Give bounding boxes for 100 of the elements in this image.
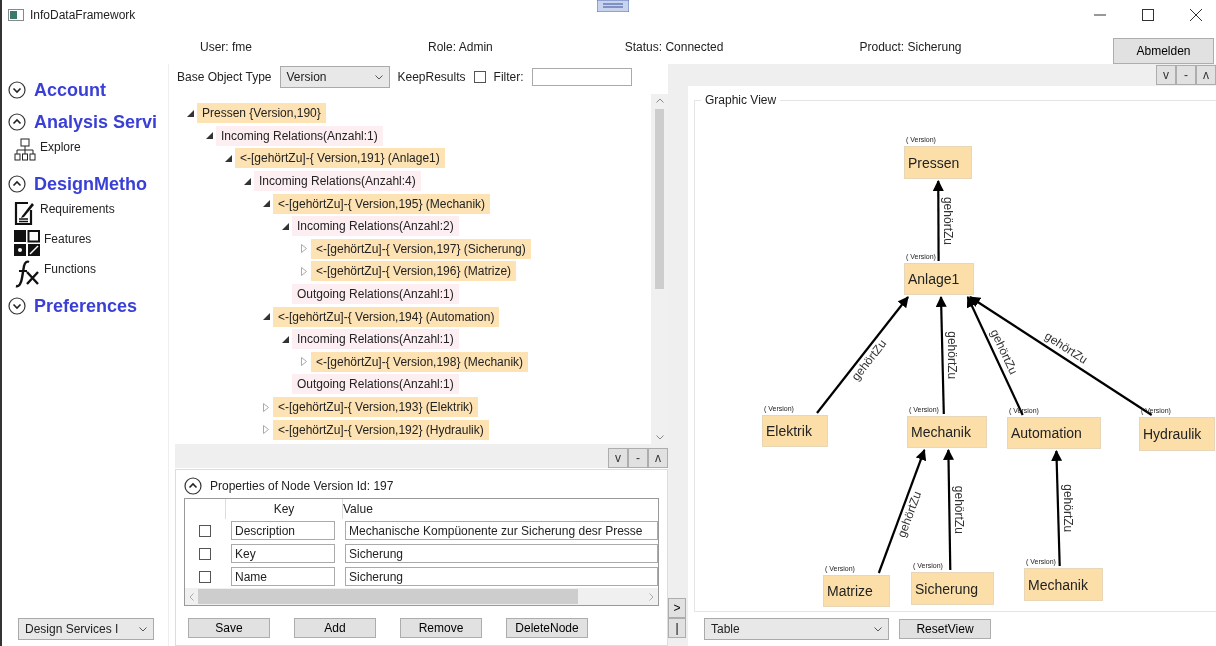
- dropdown-caret-icon: [139, 626, 147, 632]
- graph-node[interactable]: Matrize: [823, 575, 890, 607]
- graph-node[interactable]: Mechanik: [907, 416, 987, 448]
- dropdown-caret-icon: [374, 74, 383, 80]
- sidebar-item[interactable]: Explore: [40, 140, 81, 154]
- edge-label: gehörtZu: [952, 485, 967, 534]
- row-checkbox[interactable]: [199, 547, 211, 560]
- expand-icon[interactable]: [8, 297, 26, 315]
- base-object-type-label: Base Object Type: [177, 70, 272, 84]
- expanded-arrow-icon[interactable]: [205, 132, 213, 140]
- drag-handle-icon[interactable]: [597, 0, 629, 12]
- tree-node[interactable]: <-[gehörtZu]-{ Version,198} (Mechanik): [311, 351, 529, 372]
- reset-view-button[interactable]: ResetView: [899, 619, 991, 639]
- row-checkbox[interactable]: [199, 524, 211, 537]
- filter-label: Filter:: [493, 70, 524, 84]
- logout-button[interactable]: Abmelden: [1113, 38, 1214, 64]
- splitter-button[interactable]: v: [608, 448, 628, 468]
- key-field[interactable]: Key: [231, 544, 335, 563]
- splitter-button[interactable]: ʌ: [648, 448, 668, 468]
- tree-node[interactable]: <-[gehörtZu]-{ Version,193} (Elektrik): [273, 397, 479, 417]
- sidebar-item[interactable]: Requirements: [40, 202, 115, 216]
- graph-node[interactable]: Anlage1: [904, 263, 974, 295]
- expanded-arrow-icon[interactable]: [281, 335, 289, 343]
- collapse-icon[interactable]: [184, 477, 202, 495]
- section-title[interactable]: Account: [34, 79, 106, 101]
- keep-results-checkbox[interactable]: [473, 71, 486, 83]
- relation-group[interactable]: Incoming Relations(Anzahl:4): [254, 171, 421, 192]
- expanded-arrow-icon[interactable]: [243, 177, 251, 185]
- sidebar-item[interactable]: Features: [44, 232, 92, 246]
- relation-group[interactable]: Incoming Relations(Anzahl:1): [292, 329, 459, 350]
- scroll-thumb[interactable]: [198, 589, 578, 604]
- value-field[interactable]: Sicherung: [345, 567, 658, 586]
- filter-field[interactable]: [531, 68, 632, 86]
- tree-node[interactable]: <-[gehörtZu]-{ Version,195} (Mechanik): [273, 193, 491, 214]
- tree-node[interactable]: <-[gehörtZu]-{ Version,191} (Anlage1): [235, 148, 445, 169]
- hierarchy-icon[interactable]: [14, 138, 36, 162]
- properties-title: Properties of Node Version Id: 197: [210, 479, 394, 493]
- graph-node[interactable]: Sicherung: [911, 572, 994, 605]
- tree-node[interactable]: <-[gehörtZu]-{ Version,196} (Matrize): [311, 261, 517, 282]
- tree-node[interactable]: <-[gehörtZu]-{ Version,192} (Hydraulik): [273, 419, 489, 440]
- horizontal-scrollbar[interactable]: [185, 588, 658, 605]
- graph-node[interactable]: Mechanik: [1024, 568, 1103, 601]
- graph-node[interactable]: Elektrik: [762, 415, 828, 447]
- relation-group[interactable]: Incoming Relations(Anzahl:1): [216, 125, 383, 146]
- splitter-button[interactable]: -: [1176, 65, 1196, 85]
- relation-group[interactable]: Outgoing Relations(Anzahl:1): [292, 374, 459, 395]
- splitter-bar[interactable]: v - ʌ: [175, 444, 668, 468]
- base-object-type-dropdown[interactable]: Version: [279, 66, 390, 88]
- relation-group[interactable]: Incoming Relations(Anzahl:2): [292, 216, 459, 237]
- column-header[interactable]: Key: [225, 499, 342, 519]
- view-dropdown[interactable]: Table: [704, 618, 889, 640]
- status-label: Status: Connected: [624, 40, 724, 54]
- row-checkbox[interactable]: [199, 570, 211, 583]
- expanded-arrow-icon[interactable]: [262, 313, 270, 321]
- expanded-arrow-icon[interactable]: [281, 222, 289, 230]
- action-button[interactable]: Add: [294, 618, 376, 638]
- tree-node[interactable]: <-[gehörtZu]-{ Version,194} (Automation): [273, 306, 500, 327]
- relation-group[interactable]: Outgoing Relations(Anzahl:1): [292, 284, 459, 305]
- expanded-arrow-icon[interactable]: [262, 200, 270, 208]
- product-label: Product: Sicherung: [859, 40, 962, 54]
- app-icon: [8, 9, 24, 21]
- splitter-button[interactable]: -: [628, 448, 648, 468]
- value-field[interactable]: Mechanische Kompüonente zur Sicherung desr Presse: [345, 521, 658, 540]
- splitter-button[interactable]: ʌ: [1196, 65, 1216, 85]
- splitter-button[interactable]: v: [1156, 65, 1176, 85]
- section-title[interactable]: DesignMetho: [34, 173, 147, 195]
- sidebar-item[interactable]: Functions: [44, 262, 97, 276]
- edge-label: gehörtZu: [941, 196, 956, 245]
- scroll-thumb[interactable]: [655, 109, 664, 289]
- value-field[interactable]: Sicherung: [345, 544, 658, 563]
- action-button[interactable]: Save: [188, 618, 270, 638]
- graph-node[interactable]: Hydraulik: [1139, 417, 1215, 451]
- close-icon[interactable]: [1190, 9, 1202, 21]
- collapse-icon[interactable]: [8, 175, 26, 193]
- section-title[interactable]: Preferences: [34, 295, 138, 317]
- scroll-down-icon[interactable]: [655, 435, 664, 440]
- service-dropdown[interactable]: Design Services I: [18, 618, 154, 640]
- action-button[interactable]: Remove: [400, 618, 482, 638]
- maximize-icon[interactable]: [1142, 9, 1154, 21]
- tree-node[interactable]: <-[gehörtZu]-{ Version,197} (Sicherung): [311, 238, 531, 259]
- column-header[interactable]: Value: [342, 499, 658, 519]
- expanded-arrow-icon[interactable]: [186, 109, 194, 117]
- key-field[interactable]: Name: [231, 567, 335, 586]
- collapse-icon[interactable]: [8, 113, 26, 131]
- expand-icon[interactable]: [8, 81, 26, 99]
- role-label: Role: Admin: [428, 40, 493, 54]
- panel-toggle-button[interactable]: >: [668, 598, 686, 618]
- section-title[interactable]: Analysis Servi: [34, 111, 158, 133]
- expanded-arrow-icon[interactable]: [224, 155, 232, 162]
- graph-node[interactable]: Automation: [1007, 417, 1101, 449]
- key-field[interactable]: Description: [231, 521, 335, 540]
- panel-toggle-button[interactable]: |: [668, 618, 686, 638]
- scroll-up-icon[interactable]: [655, 98, 664, 103]
- document-edit-icon[interactable]: [14, 200, 36, 226]
- grid-icon[interactable]: [14, 230, 40, 256]
- tree-node[interactable]: Pressen {Version,190}: [197, 103, 326, 124]
- function-icon[interactable]: [14, 260, 40, 288]
- user-label: User: fme: [200, 40, 252, 54]
- action-button[interactable]: DeleteNode: [506, 618, 588, 638]
- graph-node[interactable]: Pressen: [904, 146, 972, 179]
